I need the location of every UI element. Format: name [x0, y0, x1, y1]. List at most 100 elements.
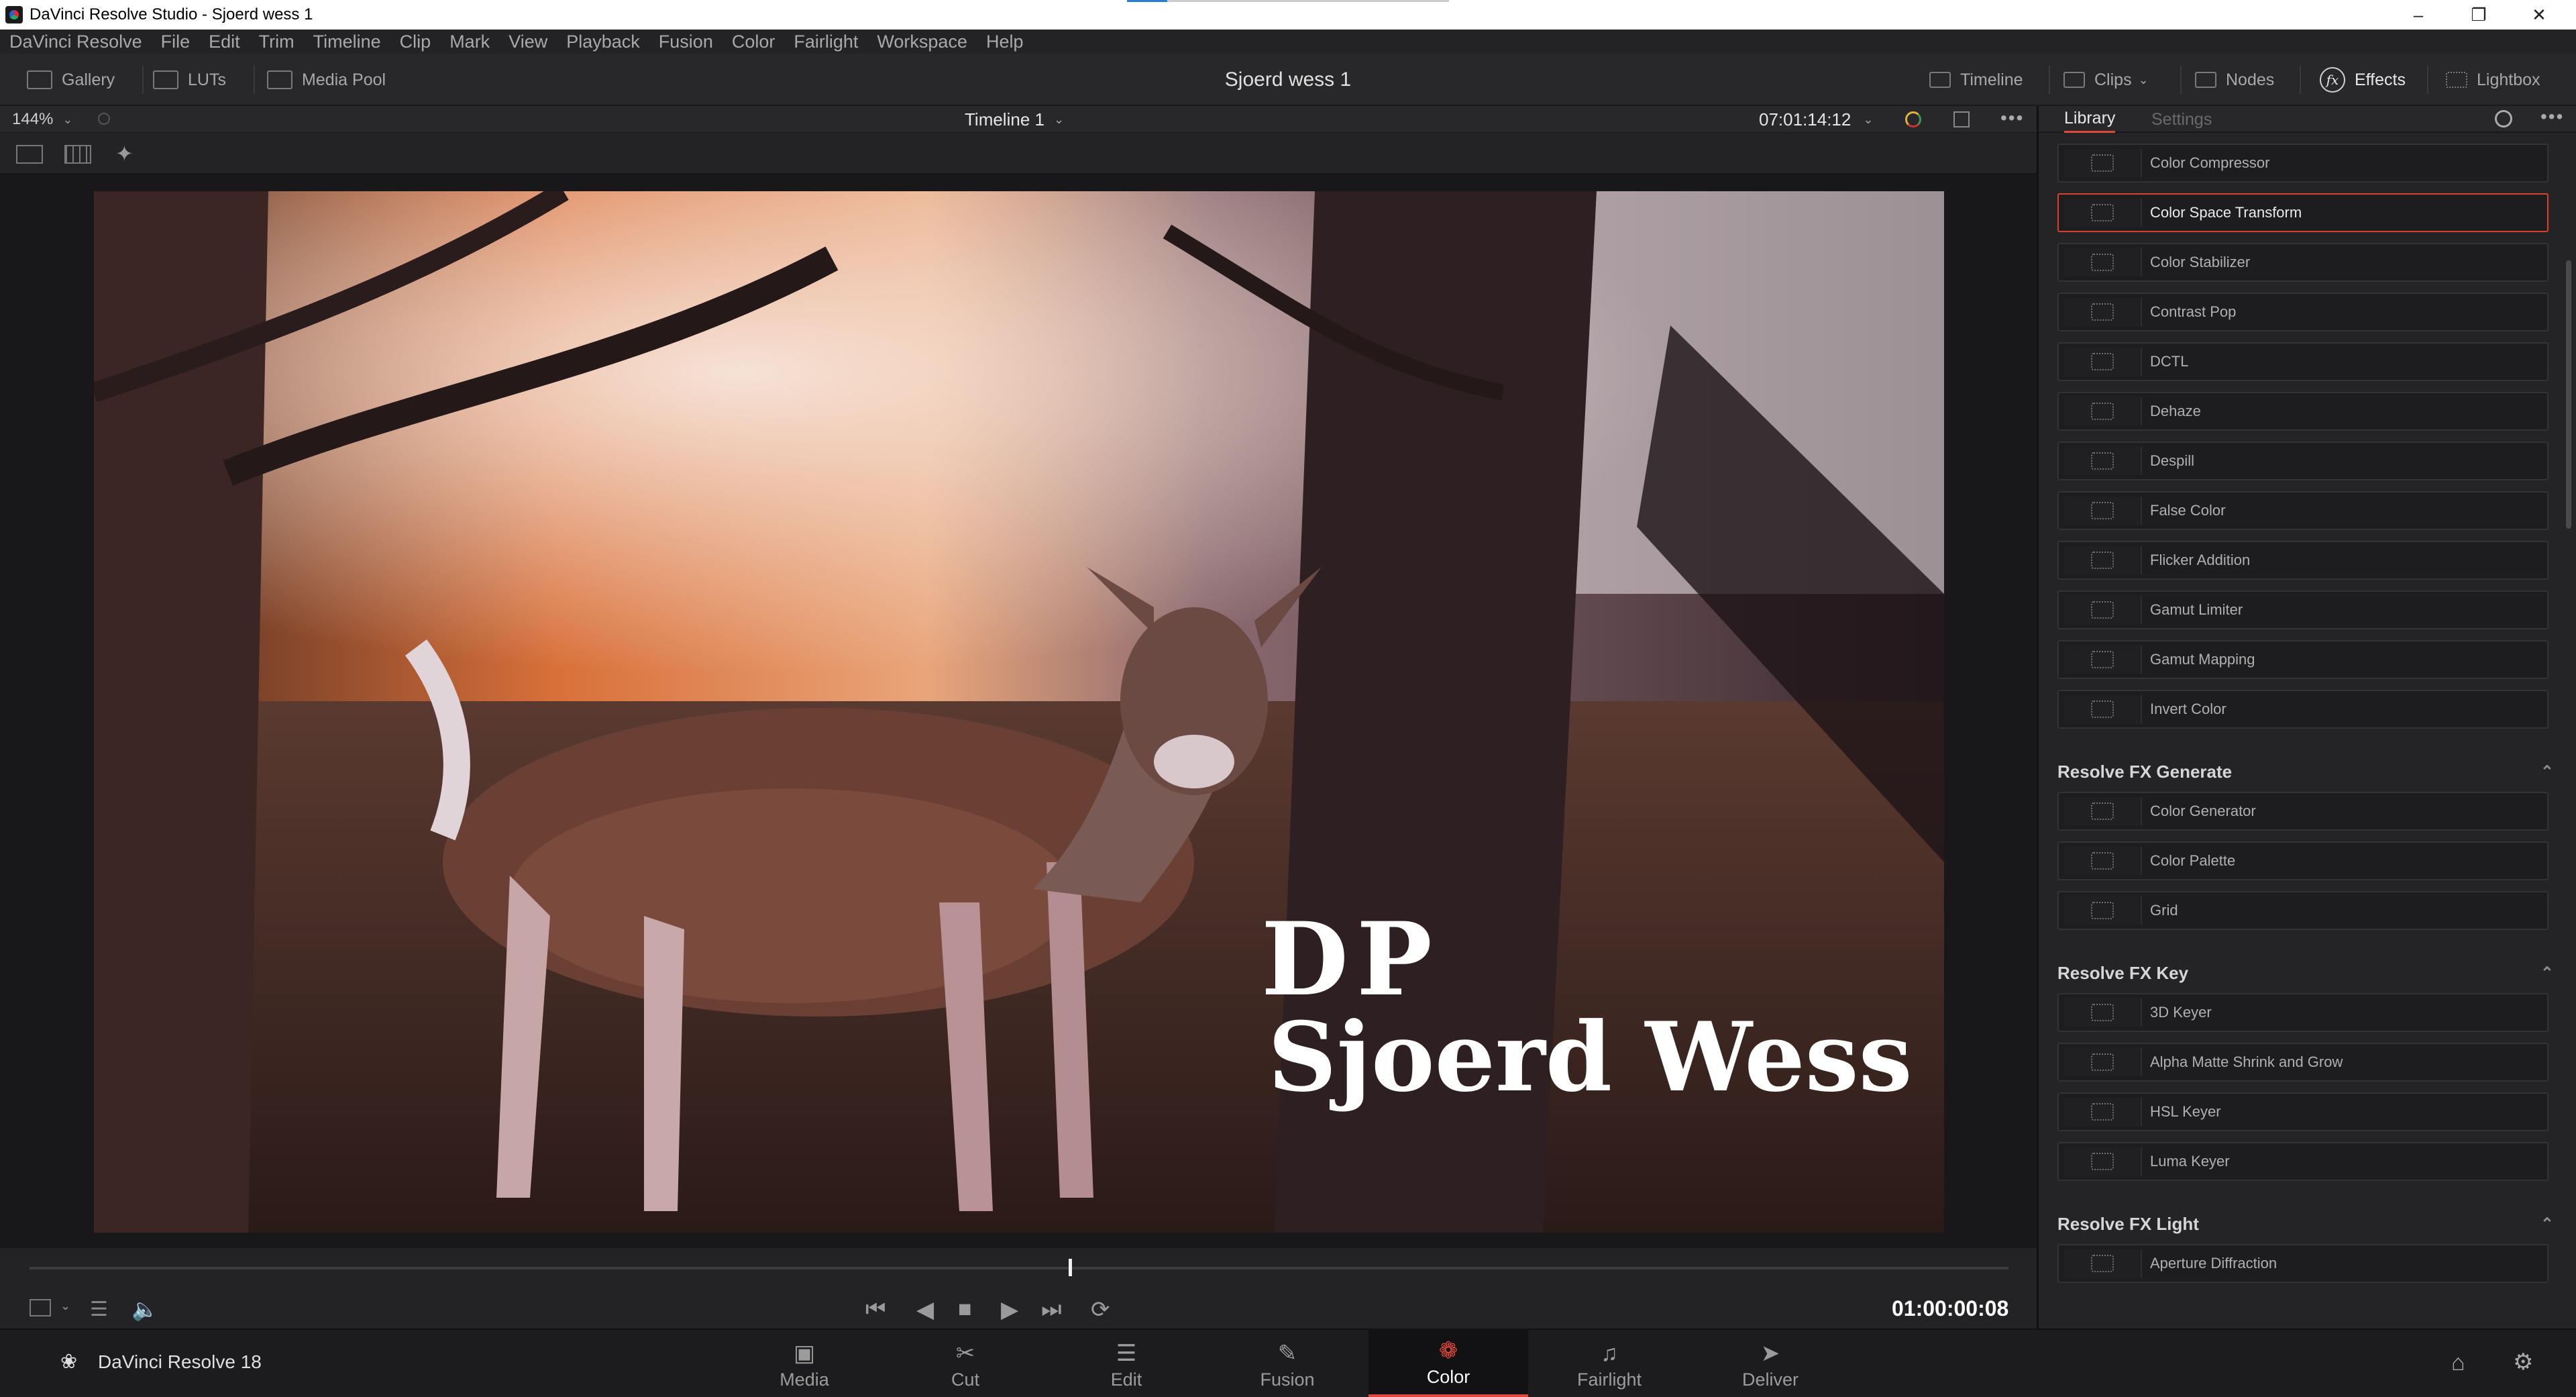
cut-page-icon: ✂	[955, 1341, 975, 1366]
timeline-selector[interactable]: Timeline 1 ⌄	[965, 106, 1064, 133]
menu-view[interactable]: View	[508, 32, 547, 52]
fx-item-flicker-addition[interactable]: Flicker Addition	[2057, 541, 2548, 580]
go-to-start-icon[interactable]: ⏮	[865, 1296, 886, 1323]
play-icon[interactable]: ▶	[1001, 1296, 1018, 1323]
fx-item-label: Color Palette	[2150, 852, 2236, 869]
library-more-icon[interactable]: •••	[2540, 106, 2564, 127]
fx-item-luma-keyer[interactable]: Luma Keyer	[2057, 1142, 2548, 1181]
fx-item-color-palette[interactable]: Color Palette	[2057, 841, 2548, 880]
grid-icon	[2064, 896, 2142, 925]
toolbar-divider	[2180, 66, 2182, 94]
menu-fairlight[interactable]: Fairlight	[794, 32, 858, 52]
fx-item-3d-keyer[interactable]: 3D Keyer	[2057, 993, 2548, 1032]
page-edit[interactable]: ☰ Edit	[1046, 1330, 1206, 1397]
lightbox-button[interactable]: Lightbox	[2446, 54, 2540, 106]
close-button[interactable]: ✕	[2502, 0, 2576, 30]
page-fusion[interactable]: ✎ Fusion	[1208, 1330, 1367, 1397]
section-header-resolve-fx-generate[interactable]: Resolve FX Generate ⌃	[2057, 758, 2567, 785]
fx-item-aperture-diffraction[interactable]: Aperture Diffraction	[2057, 1244, 2548, 1283]
section-header-resolve-fx-light[interactable]: Resolve FX Light ⌃	[2057, 1210, 2567, 1237]
tab-settings[interactable]: Settings	[2151, 106, 2212, 133]
fx-item-color-compressor[interactable]: Color Compressor	[2057, 144, 2548, 183]
project-title: Sjoerd wess 1	[1224, 68, 1352, 91]
fx-item-despill[interactable]: Despill	[2057, 442, 2548, 480]
color-wheel-icon[interactable]	[1905, 111, 1921, 127]
stop-icon[interactable]: ■	[958, 1296, 972, 1323]
library-scrollbar[interactable]	[2566, 260, 2571, 529]
settings-gear-icon[interactable]: ⚙	[2513, 1349, 2533, 1376]
fx-item-dehaze[interactable]: Dehaze	[2057, 392, 2548, 431]
nodes-button[interactable]: Nodes	[2195, 54, 2274, 106]
section-header-resolve-fx-key[interactable]: Resolve FX Key ⌃	[2057, 960, 2567, 986]
fx-item-false-color[interactable]: False Color	[2057, 491, 2548, 530]
step-back-icon[interactable]: ◀	[916, 1296, 934, 1323]
loop-icon[interactable]: ⟳	[1091, 1296, 1110, 1323]
fx-item-label: Color Stabilizer	[2150, 254, 2251, 270]
menu-playback[interactable]: Playback	[566, 32, 640, 52]
menu-timeline[interactable]: Timeline	[313, 32, 381, 52]
fx-item-contrast-pop[interactable]: Contrast Pop	[2057, 293, 2548, 331]
zoom-reset-icon[interactable]	[98, 113, 110, 125]
effects-button[interactable]: fx Effects	[2320, 54, 2406, 106]
split-viewer-icon[interactable]	[64, 145, 91, 164]
chevron-up-icon[interactable]: ⌃	[2540, 964, 2554, 983]
layers-icon[interactable]: ☰	[90, 1298, 108, 1321]
page-media[interactable]: ▣ Media	[724, 1330, 884, 1397]
search-icon[interactable]	[2495, 110, 2512, 127]
fx-item-label: Despill	[2150, 452, 2195, 469]
chevron-up-icon[interactable]: ⌃	[2540, 1214, 2554, 1234]
viewer-mode-icon[interactable]	[30, 1299, 51, 1316]
fx-item-dctl[interactable]: DCTL	[2057, 342, 2548, 381]
scrubber-track[interactable]	[30, 1267, 2008, 1270]
fx-item-color-generator[interactable]: Color Generator	[2057, 792, 2548, 831]
menu-color[interactable]: Color	[732, 32, 775, 52]
fx-item-hsl-keyer[interactable]: HSL Keyer	[2057, 1092, 2548, 1131]
luts-button[interactable]: LUTs	[153, 54, 226, 106]
timeline-button[interactable]: Timeline	[1929, 54, 2023, 106]
menu-edit[interactable]: Edit	[209, 32, 240, 52]
menu-file[interactable]: File	[161, 32, 191, 52]
menu-davinci-resolve[interactable]: DaVinci Resolve	[9, 32, 142, 52]
fx-item-alpha-matte-shrink-and-grow[interactable]: Alpha Matte Shrink and Grow	[2057, 1043, 2548, 1082]
edit-page-icon: ☰	[1116, 1341, 1137, 1366]
gallery-button[interactable]: Gallery	[27, 54, 115, 106]
fx-icon: fx	[2320, 67, 2345, 93]
fx-item-label: Contrast Pop	[2150, 303, 2237, 320]
menu-help[interactable]: Help	[986, 32, 1024, 52]
page-color[interactable]: ❁ Color	[1368, 1330, 1528, 1397]
zoom-dropdown[interactable]: 144% ⌄	[12, 106, 72, 133]
page-cut[interactable]: ✂ Cut	[885, 1330, 1045, 1397]
magic-wand-icon[interactable]: ✦	[115, 141, 133, 166]
chevron-up-icon[interactable]: ⌃	[2540, 762, 2554, 782]
home-icon[interactable]: ⌂	[2451, 1350, 2465, 1376]
chevron-down-icon: ⌄	[2138, 72, 2149, 87]
menu-trim[interactable]: Trim	[259, 32, 294, 52]
menu-mark[interactable]: Mark	[449, 32, 490, 52]
media-pool-button[interactable]: Media Pool	[267, 54, 386, 106]
single-viewer-icon[interactable]	[16, 145, 43, 164]
go-to-end-icon[interactable]: ⏭	[1041, 1296, 1062, 1323]
page-fairlight[interactable]: ♫ Fairlight	[1529, 1330, 1689, 1397]
fx-item-color-space-transform[interactable]: Color Space Transform	[2057, 193, 2548, 232]
viewer-frame[interactable]: DP Sjoerd Wess	[94, 191, 1944, 1233]
fx-item-grid[interactable]: Grid	[2057, 891, 2548, 930]
menu-clip[interactable]: Clip	[400, 32, 431, 52]
menu-workspace[interactable]: Workspace	[877, 32, 967, 52]
fx-item-invert-color[interactable]: Invert Color	[2057, 690, 2548, 729]
section-title: Resolve FX Light	[2057, 1213, 2199, 1234]
fx-item-color-stabilizer[interactable]: Color Stabilizer	[2057, 243, 2548, 282]
volume-icon[interactable]: 🔈	[131, 1296, 158, 1322]
chevron-down-icon[interactable]: ⌄	[60, 1299, 70, 1313]
viewer-more-icon[interactable]: •••	[2000, 107, 2024, 129]
page-deliver[interactable]: ➤ Deliver	[1690, 1330, 1850, 1397]
fx-item-gamut-mapping[interactable]: Gamut Mapping	[2057, 640, 2548, 679]
fx-item-gamut-limiter[interactable]: Gamut Limiter	[2057, 590, 2548, 629]
menu-fusion[interactable]: Fusion	[659, 32, 713, 52]
tab-library[interactable]: Library	[2064, 106, 2116, 133]
source-timecode[interactable]: 07:01:14:12 ⌄	[1759, 106, 1873, 133]
fullscreen-icon[interactable]	[1953, 111, 1970, 127]
playhead[interactable]	[1068, 1259, 1072, 1276]
title-overlay-line2: Sjoerd Wess	[1268, 1002, 1913, 1113]
fx-item-label: HSL Keyer	[2150, 1103, 2221, 1120]
clips-button[interactable]: Clips ⌄	[2063, 54, 2149, 106]
